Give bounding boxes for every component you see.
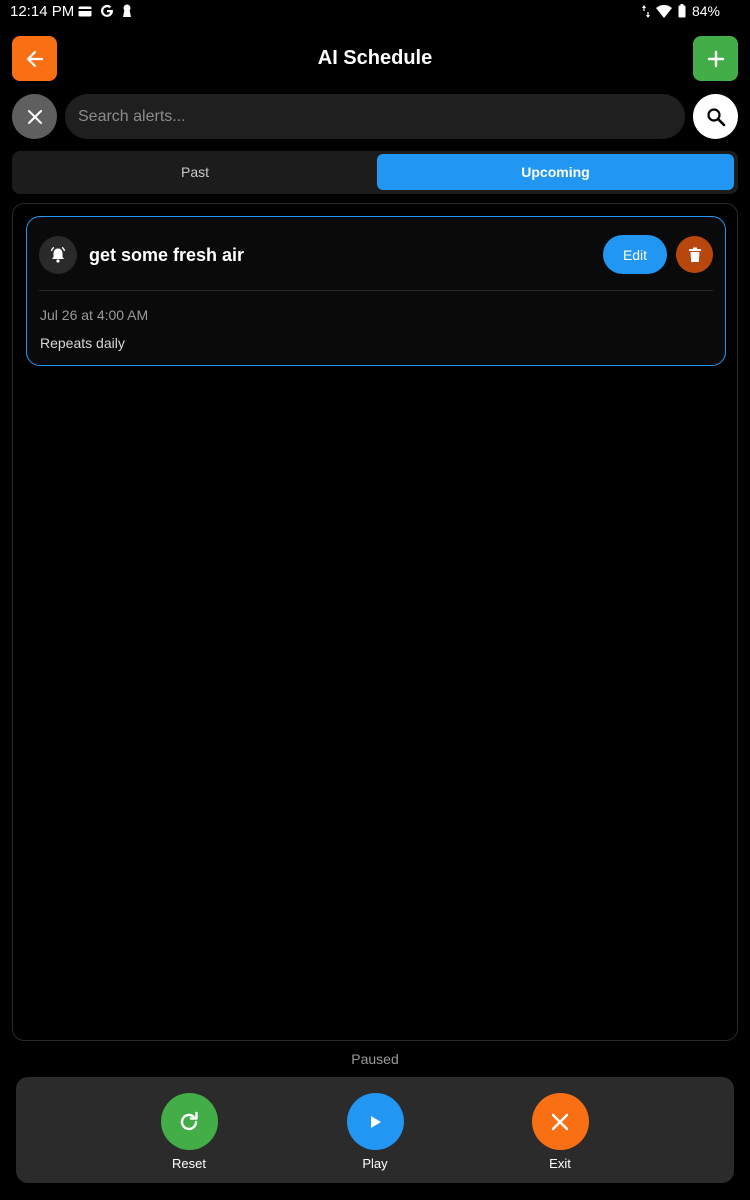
google-icon [100,4,114,18]
search-input[interactable] [65,94,685,139]
control-bar: Reset Play Exit [16,1077,734,1183]
play-icon [371,1115,381,1128]
page-title: AI Schedule [317,47,433,69]
reset-button[interactable] [160,1093,218,1150]
exit-label: Exit [549,1156,571,1171]
search-icon [706,107,725,126]
battery-icon [678,4,686,18]
wifi-icon [655,4,672,18]
plus-icon [707,50,724,67]
reset-control[interactable]: Reset [149,1093,229,1171]
search-button[interactable] [693,94,738,139]
alert-date: Jul 26 at 4:00 AM [40,307,149,323]
exit-button[interactable] [531,1093,589,1150]
play-button[interactable] [346,1093,404,1150]
delete-button[interactable] [676,236,713,273]
play-control[interactable]: Play [335,1093,415,1171]
battery-percent: 84% [691,3,720,19]
play-label: Play [362,1156,388,1171]
segment-tabs: Past Upcoming [12,151,738,194]
clear-search-button[interactable] [12,94,57,139]
data-arrows-icon [641,4,650,18]
edit-button[interactable]: Edit [603,235,667,274]
playback-status: Paused [351,1051,399,1067]
alert-title: get some fresh air [89,245,245,265]
alert-repeat: Repeats daily [40,335,125,351]
card-icon [78,6,92,17]
add-alert-button[interactable] [693,36,738,81]
exit-control[interactable]: Exit [520,1093,600,1171]
status-left-icons [78,4,132,18]
alarm-bell-icon [39,236,77,274]
refresh-icon [180,1111,198,1130]
keyhole-icon [122,4,132,18]
reset-label: Reset [172,1156,206,1171]
status-bar: 12:14 PM 84% [0,0,750,26]
card-divider [39,290,713,291]
trash-icon [688,247,701,262]
close-icon [551,1113,569,1130]
close-icon [27,109,42,124]
alert-card[interactable]: get some fresh air Edit Jul 26 at 4:00 A… [26,216,726,366]
alerts-list: get some fresh air Edit Jul 26 at 4:00 A… [12,203,738,1041]
status-time: 12:14 PM [10,3,75,20]
tab-upcoming[interactable]: Upcoming [377,154,734,190]
tab-past[interactable]: Past [15,154,375,190]
status-right-icons: 84% [641,3,720,19]
